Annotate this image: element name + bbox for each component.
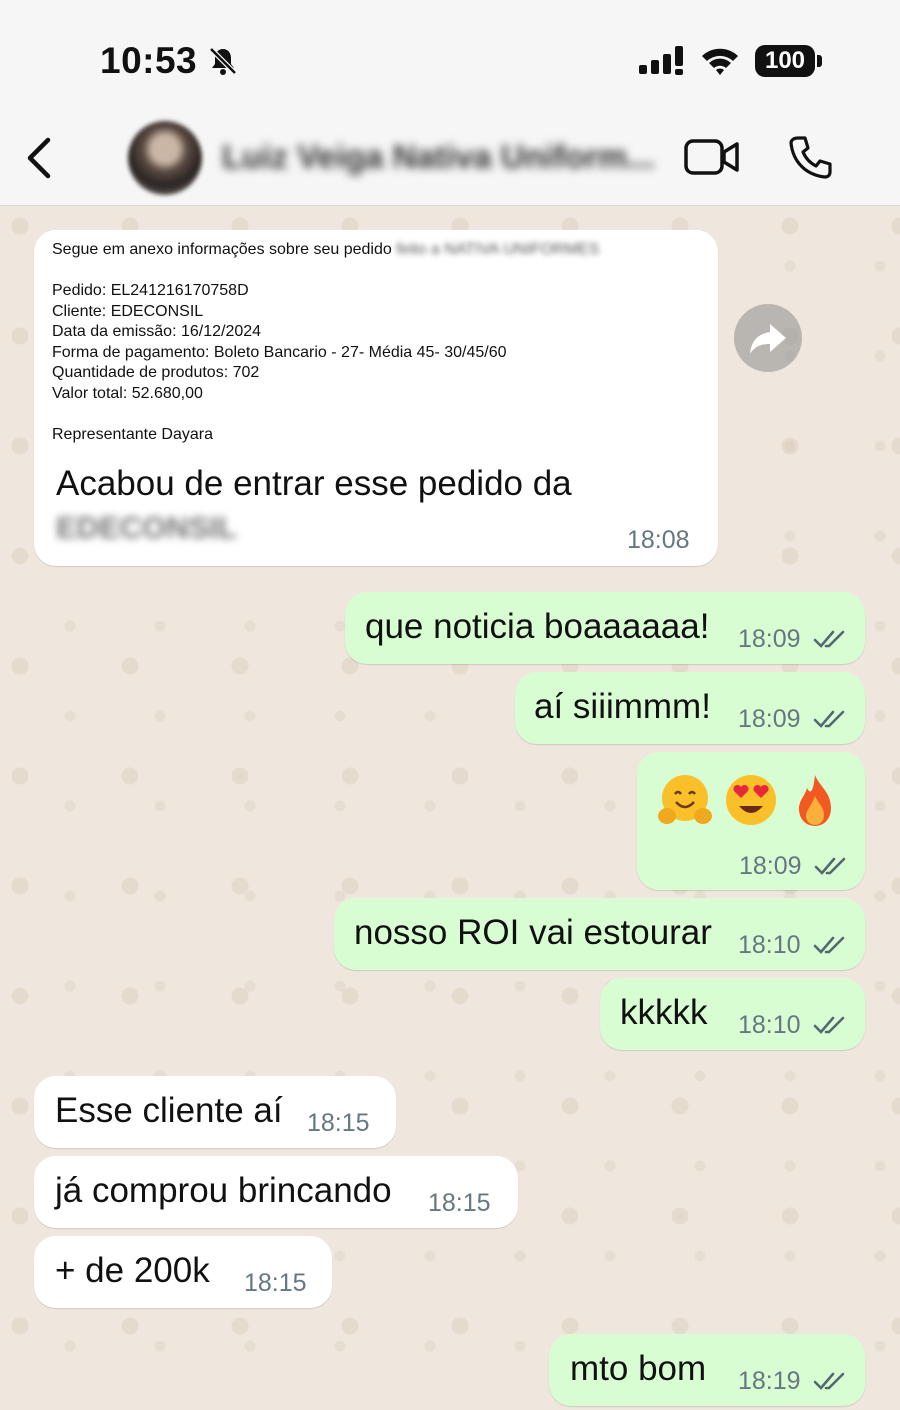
heart-eyes-face-icon bbox=[726, 775, 776, 825]
battery-level: 100 bbox=[755, 45, 815, 77]
read-ticks-icon bbox=[813, 1372, 845, 1390]
contact-avatar[interactable] bbox=[128, 121, 202, 195]
message-time: 18:09 bbox=[739, 852, 802, 880]
message-text: Esse cliente aí bbox=[55, 1091, 283, 1130]
phone-call-icon[interactable] bbox=[788, 134, 834, 180]
message-text: aí siiimmm! bbox=[534, 687, 711, 726]
read-ticks-icon bbox=[814, 857, 846, 875]
message-time: 18:10 bbox=[738, 931, 801, 959]
order-intro: Segue em anexo informações sobre seu ped… bbox=[52, 241, 392, 258]
order-date: Data da emissão: 16/12/2024 bbox=[52, 323, 262, 340]
message-outgoing-emojis[interactable]: 18:09 bbox=[637, 752, 865, 890]
read-ticks-icon bbox=[813, 1016, 845, 1034]
message-text: Acabou de entrar esse pedido da bbox=[56, 464, 572, 503]
back-chevron-icon[interactable] bbox=[22, 136, 58, 180]
battery-tip bbox=[817, 55, 822, 67]
message-incoming[interactable]: + de 200k 18:15 bbox=[34, 1236, 332, 1308]
message-incoming[interactable]: já comprou brincando 18:15 bbox=[34, 1156, 518, 1228]
cellular-signal-icon bbox=[639, 46, 683, 75]
message-outgoing[interactable]: aí siiimmm! 18:09 bbox=[515, 672, 865, 744]
message-text: kkkkk bbox=[620, 993, 708, 1032]
message-incoming[interactable]: Esse cliente aí 18:15 bbox=[34, 1076, 396, 1148]
order-number: Pedido: EL241216170758D bbox=[52, 282, 249, 299]
chat-area[interactable]: Segue em anexo informações sobre seu ped… bbox=[0, 206, 900, 1410]
video-call-icon[interactable] bbox=[684, 138, 740, 176]
battery-indicator: 100 bbox=[755, 45, 823, 77]
read-ticks-icon bbox=[813, 630, 845, 648]
message-time: 18:19 bbox=[738, 1367, 801, 1395]
read-ticks-icon bbox=[813, 936, 845, 954]
message-time: 18:09 bbox=[738, 705, 801, 733]
message-text: que noticia boaaaaaa! bbox=[365, 607, 710, 646]
read-ticks-icon bbox=[813, 710, 845, 728]
chat-header: Luiz Veiga Nativa Uniform... bbox=[0, 108, 900, 206]
fire-icon bbox=[799, 775, 831, 826]
message-outgoing[interactable]: kkkkk 18:10 bbox=[600, 978, 865, 1050]
message-text: nosso ROI vai estourar bbox=[354, 913, 712, 952]
message-text-blurred: EDECONSIL bbox=[56, 510, 237, 545]
forward-button[interactable] bbox=[734, 304, 802, 372]
message-time: 18:15 bbox=[244, 1269, 307, 1297]
message-time: 18:15 bbox=[307, 1109, 370, 1137]
message-incoming-order[interactable]: Segue em anexo informações sobre seu ped… bbox=[34, 230, 718, 566]
contact-name[interactable]: Luiz Veiga Nativa Uniform... bbox=[222, 138, 655, 176]
message-time: 18:10 bbox=[738, 1011, 801, 1039]
wifi-icon bbox=[702, 48, 738, 75]
hugging-face-icon bbox=[658, 775, 712, 824]
order-representative: Representante Dayara bbox=[52, 425, 213, 443]
order-intro-blurred: feito a NATIVA UNIFORMES bbox=[396, 241, 600, 258]
message-time: 18:09 bbox=[738, 625, 801, 653]
order-quantity: Quantidade de produtos: 702 bbox=[52, 364, 260, 381]
status-time: 10:53 bbox=[100, 40, 198, 81]
silent-bell-icon bbox=[209, 47, 237, 75]
order-total: Valor total: 52.680,00 bbox=[52, 384, 203, 402]
message-outgoing[interactable]: nosso ROI vai estourar 18:10 bbox=[334, 898, 865, 970]
message-text: + de 200k bbox=[55, 1251, 210, 1290]
message-outgoing[interactable]: que noticia boaaaaaa! 18:09 bbox=[345, 592, 865, 664]
order-client: Cliente: EDECONSIL bbox=[52, 302, 204, 320]
status-bar: 10:53 100 bbox=[0, 0, 900, 108]
message-time: 18:15 bbox=[428, 1189, 491, 1217]
order-payment: Forma de pagamento: Boleto Bancario - 27… bbox=[52, 343, 507, 361]
order-details: Segue em anexo informações sobre seu ped… bbox=[52, 240, 599, 445]
forward-arrow-icon bbox=[750, 324, 786, 354]
message-time: 18:08 bbox=[627, 526, 690, 554]
message-text: mto bom bbox=[570, 1349, 707, 1388]
message-outgoing[interactable]: mto bom 18:19 bbox=[549, 1334, 865, 1406]
message-text: já comprou brincando bbox=[55, 1171, 392, 1210]
